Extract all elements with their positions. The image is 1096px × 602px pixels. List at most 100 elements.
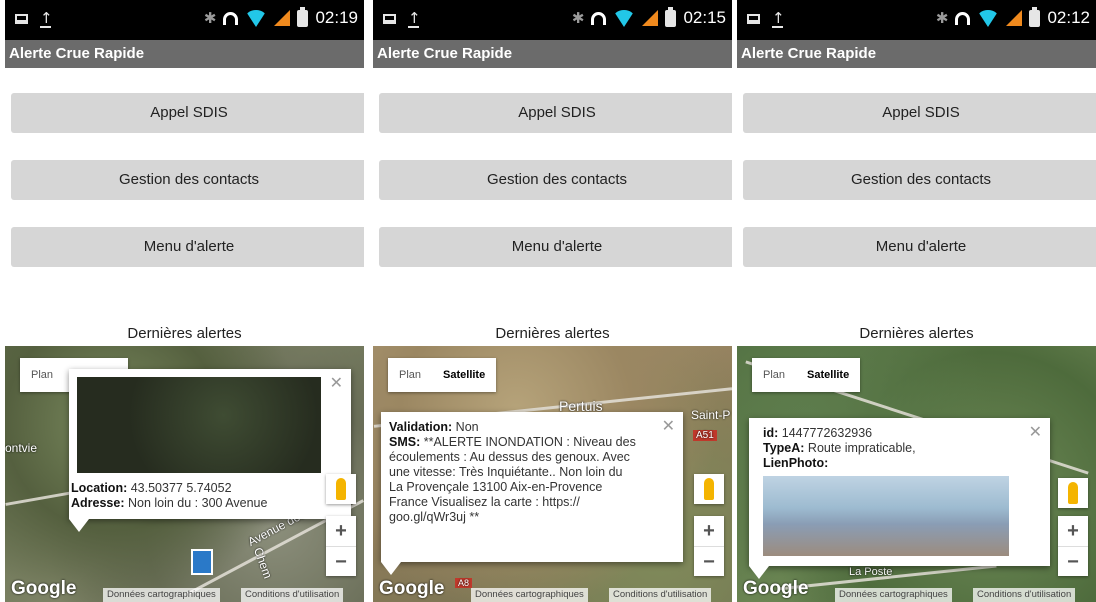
type-line: TypeA: Route impraticable, <box>763 441 916 456</box>
wifi-icon <box>977 9 1000 27</box>
alert-menu-button[interactable]: Menu d'alerte <box>379 227 732 267</box>
upload-icon: ↑ <box>408 9 421 28</box>
upload-icon: ↑ <box>772 9 785 28</box>
info-text: Validation: Non SMS: **ALERTE INONDATION… <box>389 420 637 525</box>
appel-sdis-button[interactable]: Appel SDIS <box>743 93 1096 133</box>
address-value: Non loin du : 300 Avenue <box>124 496 268 510</box>
recent-alerts-label: Dernières alertes <box>127 325 242 342</box>
bluetooth-icon: ✱ <box>935 9 949 27</box>
close-icon[interactable]: ✕ <box>662 416 675 436</box>
map-type-satellite[interactable]: Satellite <box>796 358 860 392</box>
address-key: Adresse: <box>71 496 125 510</box>
zoom-control: + − <box>326 516 356 576</box>
screenshot-icon <box>15 14 28 24</box>
sms-key: SMS: <box>389 435 421 449</box>
contacts-button[interactable]: Gestion des contacts <box>11 160 364 200</box>
contacts-button[interactable]: Gestion des contacts <box>743 160 1096 200</box>
validation-key: Validation: <box>389 420 453 434</box>
map-type-control: Plan Satellite <box>752 358 861 392</box>
contacts-button[interactable]: Gestion des contacts <box>379 160 732 200</box>
map-label: Saint-P <box>691 408 731 422</box>
info-window: ✕ Location: 43.50377 5.74052 Adresse: No… <box>69 369 351 532</box>
map-type-plan[interactable]: Plan <box>388 358 432 392</box>
map-type-satellite[interactable]: Satellite <box>432 358 496 392</box>
signal-icon <box>642 10 659 26</box>
app-title: Alerte Crue Rapide <box>737 40 1096 68</box>
map-data-attribution[interactable]: Données cartographiques <box>103 588 220 602</box>
appel-sdis-button[interactable]: Appel SDIS <box>379 93 732 133</box>
phone-screen-3: ↑ ✱ 02:12 Alerte Crue Rapide Appel SDIS … <box>737 0 1096 602</box>
alert-menu-button[interactable]: Menu d'alerte <box>743 227 1096 267</box>
map-view[interactable]: La Poste Plan Satellite ✕ id: 1447772632… <box>737 346 1096 602</box>
zoom-in-button[interactable]: + <box>326 516 356 547</box>
upload-icon: ↑ <box>40 9 53 28</box>
screenshot-icon <box>747 14 760 24</box>
zoom-out-button[interactable]: − <box>326 547 356 577</box>
id-key: id: <box>763 426 779 440</box>
app-title: Alerte Crue Rapide <box>5 40 364 68</box>
map-type-plan[interactable]: Plan <box>752 358 796 392</box>
phone-screen-1: ↑ ✱ 02:19 Alerte Crue Rapide Appel SDIS … <box>5 0 364 602</box>
status-time: 02:12 <box>1047 8 1090 27</box>
info-text: id: 1447772632936 TypeA: Route impratica… <box>763 426 916 471</box>
battery-icon <box>665 6 677 27</box>
pegman-icon[interactable] <box>694 474 724 504</box>
screenshot-icon <box>383 14 396 24</box>
map-data-attribution[interactable]: Données cartographiques <box>835 588 952 602</box>
zoom-control: + − <box>1058 516 1088 576</box>
location-key: Location: <box>71 481 128 495</box>
type-value: Route impraticable, <box>804 441 916 455</box>
map-data-attribution[interactable]: Données cartographiques <box>471 588 588 602</box>
close-icon[interactable]: ✕ <box>330 373 343 393</box>
zoom-out-button[interactable]: − <box>694 547 724 577</box>
zoom-in-button[interactable]: + <box>694 516 724 547</box>
zoom-out-button[interactable]: − <box>1058 547 1088 577</box>
validation-value: Non <box>452 420 479 434</box>
close-icon[interactable]: ✕ <box>1029 422 1042 442</box>
recent-alerts-label: Dernières alertes <box>495 325 610 342</box>
alert-photo <box>77 377 321 473</box>
map-label: La Poste <box>849 566 893 578</box>
info-window: ✕ id: 1447772632936 TypeA: Route imprati… <box>749 418 1050 579</box>
terms-link[interactable]: Conditions d'utilisation <box>241 588 344 602</box>
photo-line: LienPhoto: <box>763 456 916 471</box>
building-marker-icon[interactable] <box>191 549 213 575</box>
pegman-icon[interactable] <box>326 474 356 504</box>
map-type-plan[interactable]: Plan <box>20 358 64 392</box>
status-bar: ↑ ✱ 02:19 <box>5 0 364 40</box>
sms-line: SMS: **ALERTE INONDATION : Niveau des éc… <box>389 435 637 525</box>
info-window: ✕ Validation: Non SMS: **ALERTE INONDATI… <box>381 412 683 575</box>
pegman-icon[interactable] <box>1058 478 1088 508</box>
appel-sdis-button[interactable]: Appel SDIS <box>11 93 364 133</box>
phone-screen-2: ↑ ✱ 02:15 Alerte Crue Rapide Appel SDIS … <box>373 0 732 602</box>
location-value: 43.50377 5.74052 <box>127 481 232 495</box>
status-bar: ↑ ✱ 02:15 <box>373 0 732 40</box>
headphones-icon <box>955 11 971 25</box>
battery-icon <box>1029 6 1041 27</box>
status-time: 02:15 <box>683 8 726 27</box>
map-label: ontvie <box>5 441 38 455</box>
signal-icon <box>1006 10 1023 26</box>
map-view[interactable]: Pertuis Saint-P A51 A8 Plan Satellite ✕ … <box>373 346 732 602</box>
sms-value: **ALERTE INONDATION : Niveau des écoulem… <box>389 435 636 524</box>
wifi-icon <box>613 9 636 27</box>
validation-line: Validation: Non <box>389 420 637 435</box>
terms-link[interactable]: Conditions d'utilisation <box>609 588 712 602</box>
bluetooth-icon: ✱ <box>203 9 217 27</box>
headphones-icon <box>591 11 607 25</box>
bluetooth-icon: ✱ <box>571 9 585 27</box>
google-logo: Google <box>379 578 445 599</box>
signal-icon <box>274 10 291 26</box>
zoom-in-button[interactable]: + <box>1058 516 1088 547</box>
id-line: id: 1447772632936 <box>763 426 916 441</box>
map-type-control: Plan Satellite <box>388 358 497 392</box>
terms-link[interactable]: Conditions d'utilisation <box>973 588 1076 602</box>
highway-badge: A8 <box>455 578 473 588</box>
map-view[interactable]: ontvie Avenue des Chem Plan Satellite ✕ … <box>5 346 364 602</box>
type-key: TypeA: <box>763 441 805 455</box>
alert-menu-button[interactable]: Menu d'alerte <box>11 227 364 267</box>
wifi-icon <box>245 9 268 27</box>
alert-photo <box>763 476 1009 556</box>
address-line: Adresse: Non loin du : 300 Avenue <box>71 496 267 511</box>
app-title: Alerte Crue Rapide <box>373 40 732 68</box>
